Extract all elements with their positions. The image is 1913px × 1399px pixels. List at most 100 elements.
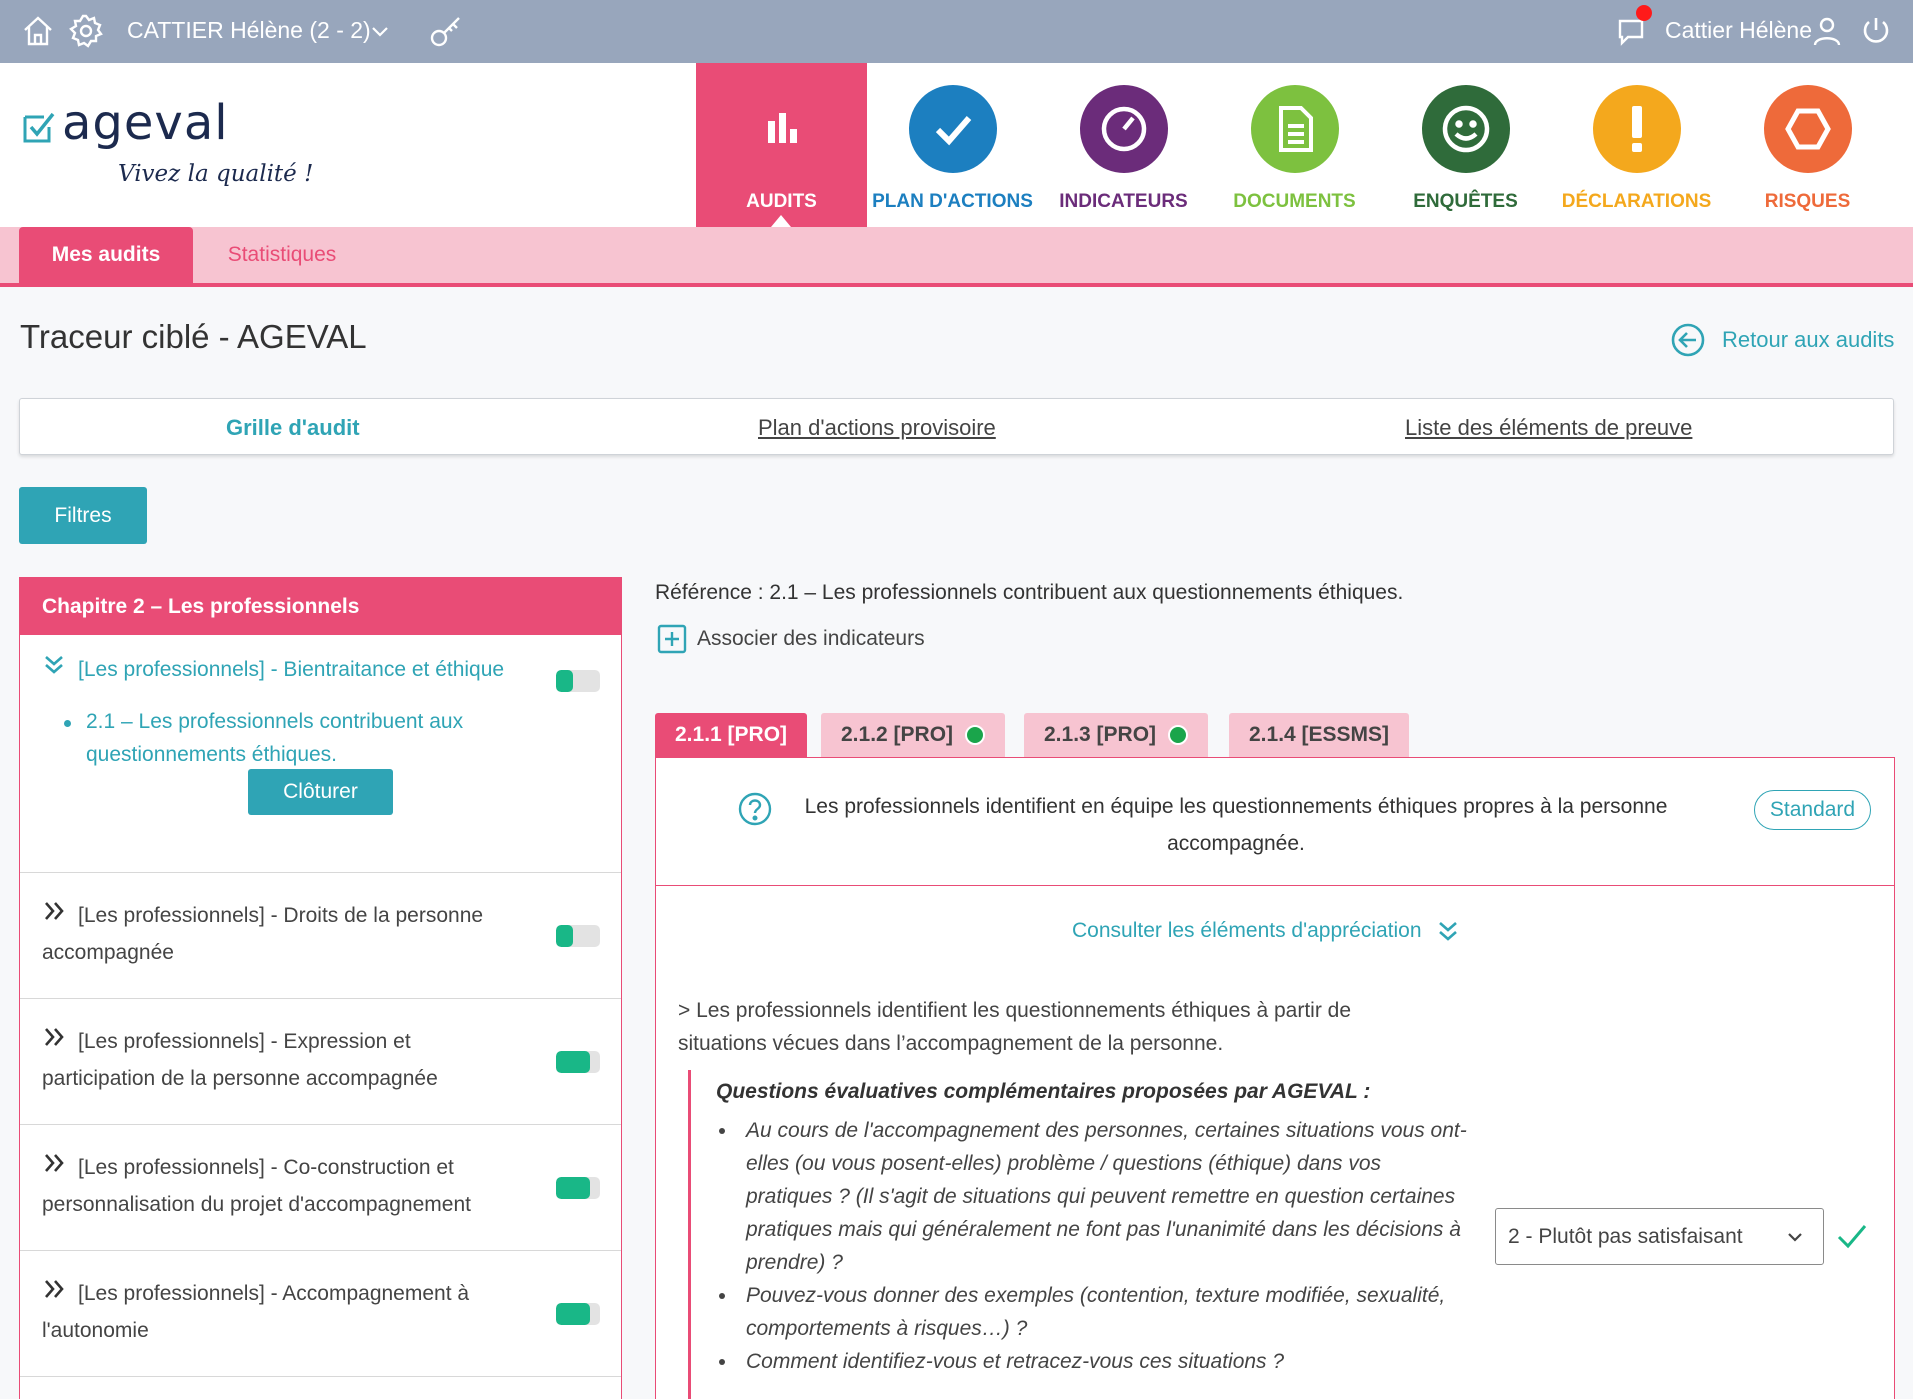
- module-audits[interactable]: AUDITS: [696, 63, 867, 227]
- tab-liste-elements-preuve[interactable]: Liste des éléments de preuve: [1405, 415, 1692, 441]
- completed-dot-icon: [1168, 725, 1189, 745]
- list-item: [Les professionnels] - Bientraitance et …: [20, 635, 621, 873]
- gear-icon[interactable]: [66, 11, 106, 51]
- answer-select[interactable]: 2 - Plutôt pas satisfaisant: [1495, 1208, 1824, 1265]
- page-title: Traceur ciblé - AGEVAL: [20, 318, 367, 355]
- list-item-title[interactable]: [Les professionnels] - Accompagnement à …: [42, 1275, 522, 1349]
- tab-mes-audits[interactable]: Mes audits: [19, 227, 193, 283]
- module-indicateurs[interactable]: INDICATEURS: [1038, 63, 1209, 227]
- filters-button[interactable]: Filtres: [19, 487, 147, 544]
- home-icon[interactable]: [18, 11, 58, 51]
- sub-navigation: Mes audits Statistiques: [0, 227, 1913, 287]
- power-icon[interactable]: [1856, 11, 1896, 51]
- check-icon: [908, 85, 997, 173]
- sub-reference-item[interactable]: 2.1 – Les professionnels contribuent aux…: [64, 705, 524, 771]
- module-label: PLAN D'ACTIONS: [872, 191, 1033, 212]
- notification-badge: [1636, 5, 1652, 21]
- module-plan-actions[interactable]: PLAN D'ACTIONS: [867, 63, 1038, 227]
- bar-chart-icon: [738, 85, 826, 173]
- progress-toggle: [556, 1303, 600, 1325]
- list-item: Comment identifiez-vous et retracez-vous…: [716, 1345, 1468, 1378]
- logo-word: ageval: [62, 95, 229, 151]
- progress-toggle: [556, 925, 600, 947]
- chevron-down-icon: [1788, 1233, 1802, 1242]
- module-declarations[interactable]: DÉCLARATIONS: [1551, 63, 1722, 227]
- plus-square-icon: [657, 624, 687, 654]
- list-item-title[interactable]: [Les professionnels] - Co-construction e…: [42, 1149, 522, 1223]
- consult-appreciation-link[interactable]: Consulter les éléments d'appréciation: [1072, 918, 1460, 944]
- user-context[interactable]: CATTIER Hélène (2 - 2): [127, 17, 371, 44]
- list-item-label: [Les professionnels] - Expression et par…: [42, 1030, 438, 1090]
- criterion-panel: Les professionnels identifient en équipe…: [655, 757, 1895, 1399]
- back-label: Retour aux audits: [1722, 327, 1895, 352]
- arrow-left-circle-icon: [1671, 323, 1705, 357]
- document-icon: [1250, 85, 1339, 173]
- tab-2-1-1[interactable]: 2.1.1 [PRO]: [655, 713, 808, 757]
- close-button[interactable]: Clôturer: [248, 769, 393, 815]
- criterion-header: Les professionnels identifient en équipe…: [656, 758, 1894, 886]
- double-chevron-down-icon: [1438, 922, 1457, 941]
- list-item-title[interactable]: [Les professionnels] - Expression et par…: [42, 1023, 522, 1097]
- module-label: DÉCLARATIONS: [1561, 191, 1712, 212]
- back-to-audits-link[interactable]: Retour aux audits: [1670, 322, 1894, 358]
- tab-2-1-4[interactable]: 2.1.4 [ESSMS]: [1229, 713, 1410, 757]
- tab-grille-audit[interactable]: Grille d'audit: [226, 415, 360, 441]
- module-label: AUDITS: [746, 191, 817, 212]
- associate-indicators-link[interactable]: Associer des indicateurs: [657, 624, 925, 654]
- evaluative-questions: Questions évaluatives complémentaires pr…: [688, 1070, 1468, 1399]
- list-item-label: [Les professionnels] - Accompagnement à …: [42, 1282, 470, 1342]
- criterion-text: Les professionnels identifient en équipe…: [804, 795, 1668, 855]
- checkmark-icon: [1837, 1225, 1867, 1249]
- list-item: Pouvez-vous donner des exemples (content…: [716, 1279, 1468, 1345]
- reference-title: Référence : 2.1 – Les professionnels con…: [655, 581, 1404, 604]
- questions-title: Questions évaluatives complémentaires pr…: [716, 1080, 1371, 1103]
- progress-toggle: [556, 1051, 600, 1073]
- questions-list: Au cours de l'accompagnement des personn…: [716, 1114, 1468, 1378]
- tab-2-1-2[interactable]: 2.1.2 [PRO]: [821, 713, 1006, 757]
- completed-dot-icon: [965, 725, 986, 745]
- standard-badge: Standard: [1754, 790, 1871, 830]
- module-enquetes[interactable]: ENQUÊTES: [1380, 63, 1551, 227]
- exclamation-icon: [1592, 85, 1681, 173]
- top-bar: CATTIER Hélène (2 - 2) Cattier Hélène: [0, 0, 1913, 63]
- appreciation-paragraph: > Les professionnels identifient les que…: [678, 999, 1352, 1055]
- logo-check-icon: [23, 112, 55, 143]
- double-chevron-right-icon[interactable]: [42, 897, 78, 934]
- logo-tagline: Vivez la qualité !: [118, 161, 314, 187]
- module-label: RISQUES: [1764, 191, 1851, 212]
- double-chevron-right-icon[interactable]: [42, 1275, 78, 1312]
- app-header: ageval Vivez la qualité ! AUDITS PLAN D'…: [0, 63, 1913, 227]
- module-risques[interactable]: RISQUES: [1722, 63, 1893, 227]
- chapter-panel: Chapitre 2 – Les professionnels [Les pro…: [19, 577, 622, 1399]
- list-item: [Les professionnels] - Expression et par…: [20, 999, 621, 1125]
- user-name[interactable]: Cattier Hélène: [1665, 17, 1812, 44]
- tab-2-1-3[interactable]: 2.1.3 [PRO]: [1024, 713, 1209, 757]
- double-chevron-down-icon[interactable]: [42, 651, 78, 688]
- list-item: [Les professionnels] - Accompagnement à …: [20, 1251, 621, 1377]
- key-icon[interactable]: [426, 11, 466, 51]
- list-item-label: [Les professionnels] - Co-construction e…: [42, 1156, 471, 1216]
- gauge-icon: [1079, 85, 1168, 173]
- list-item-title[interactable]: [Les professionnels] - Bientraitance et …: [42, 651, 522, 688]
- progress-toggle: [556, 1177, 600, 1199]
- list-item-title[interactable]: [Les professionnels] - Droits de la pers…: [42, 897, 522, 971]
- list-item: Au cours de l'accompagnement des personn…: [716, 1114, 1468, 1279]
- module-label: INDICATEURS: [1059, 191, 1188, 212]
- tab-plan-actions-provisoire[interactable]: Plan d'actions provisoire: [758, 415, 996, 441]
- module-label: ENQUÊTES: [1413, 191, 1518, 212]
- double-chevron-right-icon[interactable]: [42, 1023, 78, 1060]
- smiley-icon: [1421, 85, 1510, 173]
- tab-statistiques[interactable]: Statistiques: [212, 227, 352, 283]
- double-chevron-right-icon[interactable]: [42, 1149, 78, 1186]
- user-icon[interactable]: [1807, 11, 1847, 51]
- list-item: [Les professionnels] - Droits de la pers…: [20, 873, 621, 999]
- progress-toggle: [556, 670, 600, 692]
- hexagon-icon: [1763, 85, 1852, 173]
- list-item-label: [Les professionnels] - Droits de la pers…: [42, 904, 484, 964]
- chevron-down-icon[interactable]: [360, 11, 400, 51]
- module-label: DOCUMENTS: [1233, 191, 1356, 212]
- audit-tabs: Grille d'audit Plan d'actions provisoire…: [19, 398, 1894, 455]
- chapter-title: Chapitre 2 – Les professionnels: [20, 578, 621, 635]
- list-item-label: [Les professionnels] - Bientraitance et …: [78, 658, 505, 681]
- module-documents[interactable]: DOCUMENTS: [1209, 63, 1380, 227]
